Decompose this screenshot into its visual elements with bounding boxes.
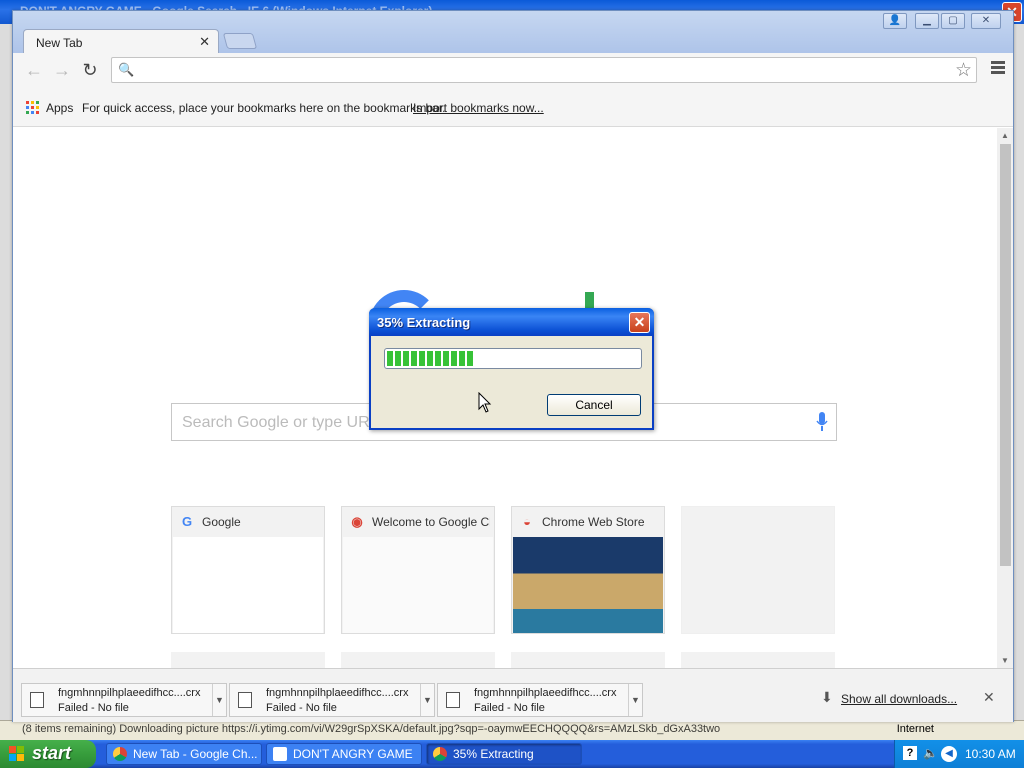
bookmarks-hint: For quick access, place your bookmarks h… xyxy=(82,101,446,115)
back-icon[interactable]: ← xyxy=(23,59,45,81)
chrome-menu-icon[interactable] xyxy=(991,61,1005,76)
tab-close-icon[interactable]: ✕ xyxy=(199,34,210,50)
maximize-icon[interactable]: ▢ xyxy=(941,13,965,29)
extracting-dialog: 35% Extracting ✕ Cancel xyxy=(369,308,654,430)
scroll-up-icon[interactable]: ▲ xyxy=(1001,131,1009,140)
start-label: start xyxy=(32,743,72,763)
taskbar-item-new-tab[interactable]: New Tab - Google Ch... xyxy=(106,743,262,765)
taskbar: start New Tab - Google Ch... DON'T ANGRY… xyxy=(0,740,1024,768)
tile-placeholder xyxy=(171,652,325,668)
download-filename: fngmhnnpilhplaeedifhcc....crx xyxy=(474,687,617,699)
chrome-favicon-icon: ◉ xyxy=(351,514,363,529)
chrome-frame: 👤 ▁ ▢ ✕ New Tab ✕ xyxy=(13,11,1013,55)
omnibox[interactable]: 🔍 ☆ xyxy=(111,57,977,83)
google-favicon-icon: G xyxy=(181,514,193,529)
most-visited-tile-empty xyxy=(681,506,835,634)
most-visited-tile-welcome-chrome[interactable]: ◉ Welcome to Google Chrome xyxy=(341,506,495,634)
user-icon[interactable]: 👤 xyxy=(883,13,907,29)
ie-status-text: (8 items remaining) Downloading picture … xyxy=(22,723,721,735)
import-bookmarks-link[interactable]: Import bookmarks now... xyxy=(413,101,544,115)
speaker-icon[interactable]: 🔈 xyxy=(923,746,938,760)
taskbar-item-extracting[interactable]: 35% Extracting xyxy=(426,743,582,765)
system-tray: ? 🔈 ◀ 10:30 AM xyxy=(894,740,1024,768)
minimize-icon[interactable]: ▁ xyxy=(915,13,939,29)
new-tab-button[interactable] xyxy=(222,33,258,49)
taskbar-item-label: 35% Extracting xyxy=(453,747,534,761)
tile-placeholder xyxy=(511,652,665,668)
start-button[interactable]: start xyxy=(0,740,96,768)
tile-header: ◉ Welcome to Google Chrome xyxy=(342,507,494,537)
search-placeholder: Search Google or type URL xyxy=(182,414,379,431)
bookmark-star-icon[interactable]: ☆ xyxy=(955,59,972,82)
web-store-favicon-icon: ◒ xyxy=(523,514,531,529)
cancel-button[interactable]: Cancel xyxy=(547,394,641,416)
tile-header: ◒ Chrome Web Store xyxy=(512,507,664,537)
mouse-cursor-icon xyxy=(478,392,492,413)
forward-icon[interactable]: → xyxy=(51,59,73,81)
file-icon xyxy=(446,692,460,708)
clock: 10:30 AM xyxy=(965,747,1016,761)
bookmarks-bar: Apps For quick access, place your bookma… xyxy=(13,87,1013,127)
reload-icon[interactable]: ↻ xyxy=(79,59,101,81)
chevron-down-icon[interactable]: ▼ xyxy=(420,684,434,716)
ie-status-bar: (8 items remaining) Downloading picture … xyxy=(0,720,1024,740)
ie-document-icon xyxy=(273,747,287,761)
close-window-icon[interactable]: ✕ xyxy=(971,13,1001,29)
ie-zone-label: Internet xyxy=(896,723,934,735)
windows-logo-icon xyxy=(9,746,25,762)
tile-placeholder xyxy=(681,652,835,668)
chevron-down-icon[interactable]: ▼ xyxy=(628,684,642,716)
taskbar-item-ie[interactable]: DON'T ANGRY GAME ... xyxy=(266,743,422,765)
tile-title: Welcome to Google Chrome xyxy=(372,515,490,529)
taskbar-item-label: DON'T ANGRY GAME ... xyxy=(293,747,417,761)
tab-new-tab[interactable]: New Tab ✕ xyxy=(23,29,219,55)
apps-icon[interactable] xyxy=(26,101,39,114)
dialog-title: 35% Extracting xyxy=(377,315,471,330)
extract-progress-bar xyxy=(384,348,642,369)
download-item[interactable]: fngmhnnpilhplaeedifhcc....crx Failed - N… xyxy=(21,683,227,717)
tile-placeholder xyxy=(341,652,495,668)
microphone-icon[interactable] xyxy=(816,412,828,432)
chrome-icon xyxy=(113,747,127,761)
chevron-down-icon[interactable]: ▼ xyxy=(212,684,226,716)
taskbar-item-label: New Tab - Google Ch... xyxy=(133,747,257,761)
tile-header: G Google xyxy=(172,507,324,537)
help-icon[interactable]: ? xyxy=(903,746,917,760)
file-icon xyxy=(238,692,252,708)
back-arrow-icon[interactable]: ◀ xyxy=(941,746,957,762)
page-scrollbar[interactable]: ▲ ▼ xyxy=(997,128,1013,668)
scroll-thumb[interactable] xyxy=(1000,144,1011,566)
most-visited-tile-web-store[interactable]: ◒ Chrome Web Store xyxy=(511,506,665,634)
dialog-close-button[interactable]: ✕ xyxy=(629,312,650,333)
apps-link[interactable]: Apps xyxy=(46,101,73,115)
close-downloads-icon[interactable]: ✕ xyxy=(983,689,995,706)
chrome-toolbar: ← → ↻ 🔍 ☆ xyxy=(13,53,1013,87)
chrome-icon xyxy=(433,747,447,761)
tile-thumbnail xyxy=(173,537,323,633)
tile-title: Chrome Web Store xyxy=(542,515,645,529)
download-status: Failed - No file xyxy=(266,702,337,714)
download-filename: fngmhnnpilhplaeedifhcc....crx xyxy=(58,687,201,699)
downloads-shelf: fngmhnnpilhplaeedifhcc....crx Failed - N… xyxy=(13,668,1013,722)
show-all-downloads-link[interactable]: Show all downloads... xyxy=(841,692,957,706)
tab-title: New Tab xyxy=(36,36,83,50)
download-item[interactable]: fngmhnnpilhplaeedifhcc....crx Failed - N… xyxy=(437,683,643,717)
download-arrow-icon: ⬇ xyxy=(821,689,833,705)
file-icon xyxy=(30,692,44,708)
dialog-title-bar[interactable]: 35% Extracting ✕ xyxy=(369,308,654,336)
tile-thumbnail xyxy=(343,537,493,633)
download-item[interactable]: fngmhnnpilhplaeedifhcc....crx Failed - N… xyxy=(229,683,435,717)
tile-title: Google xyxy=(202,515,241,529)
download-status: Failed - No file xyxy=(58,702,129,714)
progress-fill xyxy=(387,351,476,366)
scroll-down-icon[interactable]: ▼ xyxy=(1001,656,1009,665)
search-icon: 🔍 xyxy=(118,62,135,77)
most-visited-tile-google[interactable]: G Google xyxy=(171,506,325,634)
download-status: Failed - No file xyxy=(474,702,545,714)
download-filename: fngmhnnpilhplaeedifhcc....crx xyxy=(266,687,409,699)
tile-thumbnail xyxy=(513,537,663,633)
